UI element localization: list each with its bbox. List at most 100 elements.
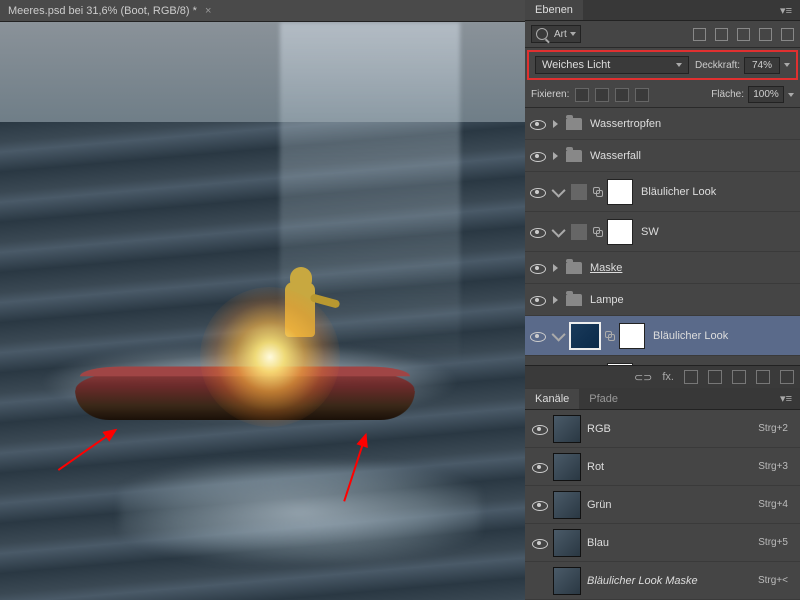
channel-shortcut-label: Strg+4 — [758, 499, 788, 510]
channel-row[interactable]: Bläulicher Look MaskeStrg+< — [525, 562, 800, 600]
layer-row[interactable]: Bläulicher Look — [525, 172, 800, 212]
layer-row[interactable]: Maske — [525, 252, 800, 284]
lock-icons — [575, 88, 649, 102]
channel-shortcut-label: Strg+2 — [758, 423, 788, 434]
mask-thumbnail[interactable] — [607, 219, 633, 245]
visibility-eye-icon[interactable] — [531, 573, 547, 589]
close-tab-icon[interactable]: × — [205, 5, 211, 17]
filter-adjust-icon[interactable] — [715, 28, 728, 41]
filter-type-label: Art — [554, 29, 567, 40]
group-icon[interactable] — [732, 370, 746, 384]
mask-thumbnail[interactable] — [607, 179, 633, 205]
opacity-input[interactable]: 74% — [744, 57, 780, 74]
visibility-eye-icon[interactable] — [529, 224, 545, 240]
expand-arrow-icon[interactable] — [553, 152, 558, 160]
visibility-eye-icon[interactable] — [531, 535, 547, 551]
paths-tab[interactable]: Pfade — [579, 389, 628, 409]
adjustment-icon — [571, 224, 587, 240]
lock-all-icon[interactable] — [635, 88, 649, 102]
link-layers-icon[interactable]: ⊂⊃ — [634, 371, 652, 384]
blend-mode-select[interactable]: Weiches Licht — [535, 56, 689, 74]
channel-row[interactable]: RGBStrg+2 — [525, 410, 800, 448]
layer-row[interactable]: Lampe — [525, 284, 800, 316]
expand-arrow-icon[interactable] — [553, 264, 558, 272]
fill-slider-icon[interactable] — [788, 93, 794, 97]
layer-name-label[interactable]: Bläulicher Look — [641, 186, 716, 198]
folder-icon — [566, 262, 582, 274]
lock-label: Fixieren: — [531, 89, 569, 100]
channels-tab[interactable]: Kanäle — [525, 389, 579, 409]
filter-smart-icon[interactable] — [781, 28, 794, 41]
layer-row[interactable]: Bläulicher Look — [525, 316, 800, 356]
visibility-eye-icon[interactable] — [531, 421, 547, 437]
visibility-eye-icon[interactable] — [531, 459, 547, 475]
panel-menu-icon[interactable]: ▾≡ — [772, 392, 800, 405]
layer-name-label[interactable]: Bläulicher Look — [653, 330, 728, 342]
search-icon — [536, 28, 548, 40]
new-layer-icon[interactable] — [756, 370, 770, 384]
channel-row[interactable]: GrünStrg+4 — [525, 486, 800, 524]
layer-row[interactable]: Grün entsättigen — [525, 356, 800, 365]
adjustment-icon — [569, 322, 601, 350]
channel-thumbnail[interactable] — [553, 453, 581, 481]
layer-name-label[interactable]: SW — [641, 226, 659, 238]
opacity-label: Deckkraft: — [695, 60, 740, 71]
expand-arrow-icon[interactable] — [553, 120, 558, 128]
visibility-eye-icon[interactable] — [529, 260, 545, 276]
channel-thumbnail[interactable] — [553, 491, 581, 519]
layer-row[interactable]: Wasserfall — [525, 140, 800, 172]
layer-row[interactable]: SW — [525, 212, 800, 252]
visibility-eye-icon[interactable] — [529, 116, 545, 132]
layer-fx-icon[interactable]: fx. — [662, 371, 674, 383]
folder-icon — [566, 294, 582, 306]
panel-menu-icon[interactable]: ▾≡ — [772, 4, 800, 17]
channel-row[interactable]: BlauStrg+5 — [525, 524, 800, 562]
filter-shape-icon[interactable] — [759, 28, 772, 41]
trash-icon[interactable] — [780, 370, 794, 384]
visibility-eye-icon[interactable] — [529, 328, 545, 344]
filter-pixel-icon[interactable] — [693, 28, 706, 41]
fill-input[interactable]: 100% — [748, 86, 784, 103]
lock-position-icon[interactable] — [615, 88, 629, 102]
dropdown-arrow-icon — [676, 63, 682, 67]
filter-type-select[interactable]: Art — [531, 25, 581, 43]
layer-row[interactable]: Wassertropfen — [525, 108, 800, 140]
filter-type-icon[interactable] — [737, 28, 750, 41]
canvas-viewport[interactable] — [0, 22, 525, 600]
channels-list[interactable]: RGBStrg+2RotStrg+3GrünStrg+4BlauStrg+5Bl… — [525, 410, 800, 600]
visibility-eye-icon[interactable] — [529, 148, 545, 164]
channel-thumbnail[interactable] — [553, 567, 581, 595]
layer-name-label[interactable]: Wassertropfen — [590, 118, 661, 130]
channel-row[interactable]: RotStrg+3 — [525, 448, 800, 486]
channel-shortcut-label: Strg+3 — [758, 461, 788, 472]
adjustment-layer-icon[interactable] — [708, 370, 722, 384]
clip-arrow-icon — [552, 223, 566, 237]
channel-shortcut-label: Strg+< — [758, 575, 788, 586]
lock-pixels-icon[interactable] — [595, 88, 609, 102]
expand-arrow-icon[interactable] — [553, 296, 558, 304]
lamp-glow — [200, 287, 340, 427]
link-icon — [605, 331, 615, 341]
channel-thumbnail[interactable] — [553, 529, 581, 557]
layers-list[interactable]: Wassertropfen Wasserfall Bläulicher Look SW… — [525, 108, 800, 365]
layer-name-label[interactable]: Wasserfall — [590, 150, 641, 162]
link-icon — [593, 187, 603, 197]
lock-transparent-icon[interactable] — [575, 88, 589, 102]
dropdown-arrow-icon — [570, 32, 576, 36]
visibility-eye-icon[interactable] — [529, 292, 545, 308]
blend-mode-value: Weiches Licht — [542, 59, 610, 71]
layer-mask-icon[interactable] — [684, 370, 698, 384]
opacity-group: Deckkraft: 74% — [695, 57, 790, 74]
visibility-eye-icon[interactable] — [531, 497, 547, 513]
opacity-slider-icon[interactable] — [784, 63, 790, 67]
lock-fill-row: Fixieren: Fläche: 100% — [525, 82, 800, 108]
person-hood — [290, 267, 312, 289]
mask-thumbnail[interactable] — [619, 323, 645, 349]
layers-tab[interactable]: Ebenen — [525, 0, 583, 20]
layer-name-label[interactable]: Lampe — [590, 294, 624, 306]
layer-name-label[interactable]: Maske — [590, 262, 622, 274]
layers-panel-header: Ebenen ▾≡ — [525, 0, 800, 21]
visibility-eye-icon[interactable] — [529, 184, 545, 200]
document-tab[interactable]: Meeres.psd bei 31,6% (Boot, RGB/8) * × — [0, 0, 525, 22]
channel-thumbnail[interactable] — [553, 415, 581, 443]
